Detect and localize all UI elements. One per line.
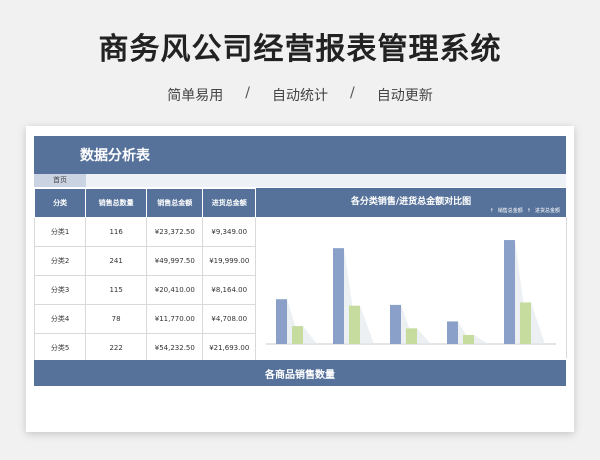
legend-entry-sales: 销售总金额 [497, 208, 523, 214]
cell[interactable]: ¥54,232.50 [146, 333, 204, 363]
chart-header: 各分类销售/进货总金额对比图 ↑ 销售总金额 ↑ 进货总金额 [256, 188, 566, 217]
header-sales-amount: 销售总金额 [146, 188, 204, 218]
table-row: 分类2 241 ¥49,997.50 ¥19,999.00 [33, 246, 256, 276]
cell[interactable]: 分类4 [33, 304, 87, 334]
cell[interactable]: 222 [85, 333, 148, 363]
legend-marker: ↑ [489, 207, 494, 214]
page-title: 商务风公司经营报表管理系统 [98, 32, 502, 67]
cell[interactable]: ¥9,349.00 [202, 217, 256, 247]
separator: / [350, 85, 355, 101]
sheet-card: 数据分析表 首页 分类 销售总数量 销售总金额 进货总金额 分类1 116 ¥2… [26, 126, 574, 432]
feature-easy: 简单易用 [167, 88, 224, 104]
bar-sales-4[interactable] [447, 321, 458, 344]
legend-entry-purchase: 进货总金额 [534, 208, 560, 214]
bar-shadow [303, 326, 317, 344]
table-row: 分类1 116 ¥23,372.50 ¥9,349.00 [33, 217, 256, 247]
cell[interactable]: ¥8,164.00 [202, 275, 256, 305]
data-table: 分类 销售总数量 销售总金额 进货总金额 分类1 116 ¥23,372.50 … [33, 188, 256, 363]
sheet-banner: 数据分析表 [34, 136, 566, 174]
bar-shadow [417, 328, 431, 344]
bar-sales-3[interactable] [390, 304, 401, 344]
feature-stats: 自动统计 [272, 88, 328, 104]
chart-title: 各分类销售/进货总金额对比图 [350, 197, 472, 207]
bar-purchase-4[interactable] [463, 334, 474, 344]
cell[interactable]: 78 [85, 304, 148, 334]
bar-chart [266, 240, 556, 345]
table-header-row: 分类 销售总数量 销售总金额 进货总金额 [33, 188, 256, 218]
tab-row: 首页 [34, 174, 566, 187]
bar-shadow [474, 334, 488, 344]
bar-purchase-1[interactable] [292, 326, 303, 344]
cell[interactable]: 分类2 [33, 246, 87, 276]
separator: / [245, 85, 250, 101]
bar-purchase-5[interactable] [520, 302, 531, 344]
bar-sales-2[interactable] [333, 248, 344, 344]
cell[interactable]: ¥4,708.00 [202, 304, 256, 334]
cell[interactable]: ¥11,770.00 [146, 304, 204, 334]
bar-purchase-3[interactable] [406, 328, 417, 344]
bar-shadow [531, 302, 545, 344]
cell[interactable]: ¥49,997.50 [146, 246, 204, 276]
sheet-title: 数据分析表 [80, 148, 150, 164]
table-row: 分类5 222 ¥54,232.50 ¥21,693.00 [33, 333, 256, 363]
cell[interactable]: 115 [85, 275, 148, 305]
table-row: 分类3 115 ¥20,410.00 ¥8,164.00 [33, 275, 256, 305]
header-purchase-amount: 进货总金额 [202, 188, 256, 218]
chart-area [256, 217, 567, 358]
bottom-section-header: 各商品销售数量 [34, 360, 566, 386]
cell[interactable]: 241 [85, 246, 148, 276]
bar-shadow [360, 305, 374, 344]
table-row: 分类4 78 ¥11,770.00 ¥4,708.00 [33, 304, 256, 334]
legend-marker: ↑ [526, 207, 531, 214]
bar-purchase-2[interactable] [349, 305, 360, 344]
cell[interactable]: ¥21,693.00 [202, 333, 256, 363]
tab-home[interactable]: 首页 [34, 174, 86, 187]
cell[interactable]: ¥20,410.00 [146, 275, 204, 305]
cell[interactable]: 分类3 [33, 275, 87, 305]
header-category: 分类 [33, 188, 87, 218]
chart-legend: ↑ 销售总金额 ↑ 进货总金额 [489, 207, 560, 215]
cell[interactable]: 分类1 [33, 217, 87, 247]
cell[interactable]: 116 [85, 217, 148, 247]
header-sales-qty: 销售总数量 [85, 188, 148, 218]
cell[interactable]: ¥23,372.50 [146, 217, 204, 247]
feature-update: 自动更新 [376, 88, 433, 104]
bar-sales-5[interactable] [504, 240, 515, 344]
cell[interactable]: 分类5 [33, 333, 87, 363]
bottom-section-title: 各商品销售数量 [265, 370, 335, 381]
bar-sales-1[interactable] [276, 299, 287, 344]
feature-list: 简单易用 / 自动统计 / 自动更新 [0, 85, 600, 105]
cell[interactable]: ¥19,999.00 [202, 246, 256, 276]
